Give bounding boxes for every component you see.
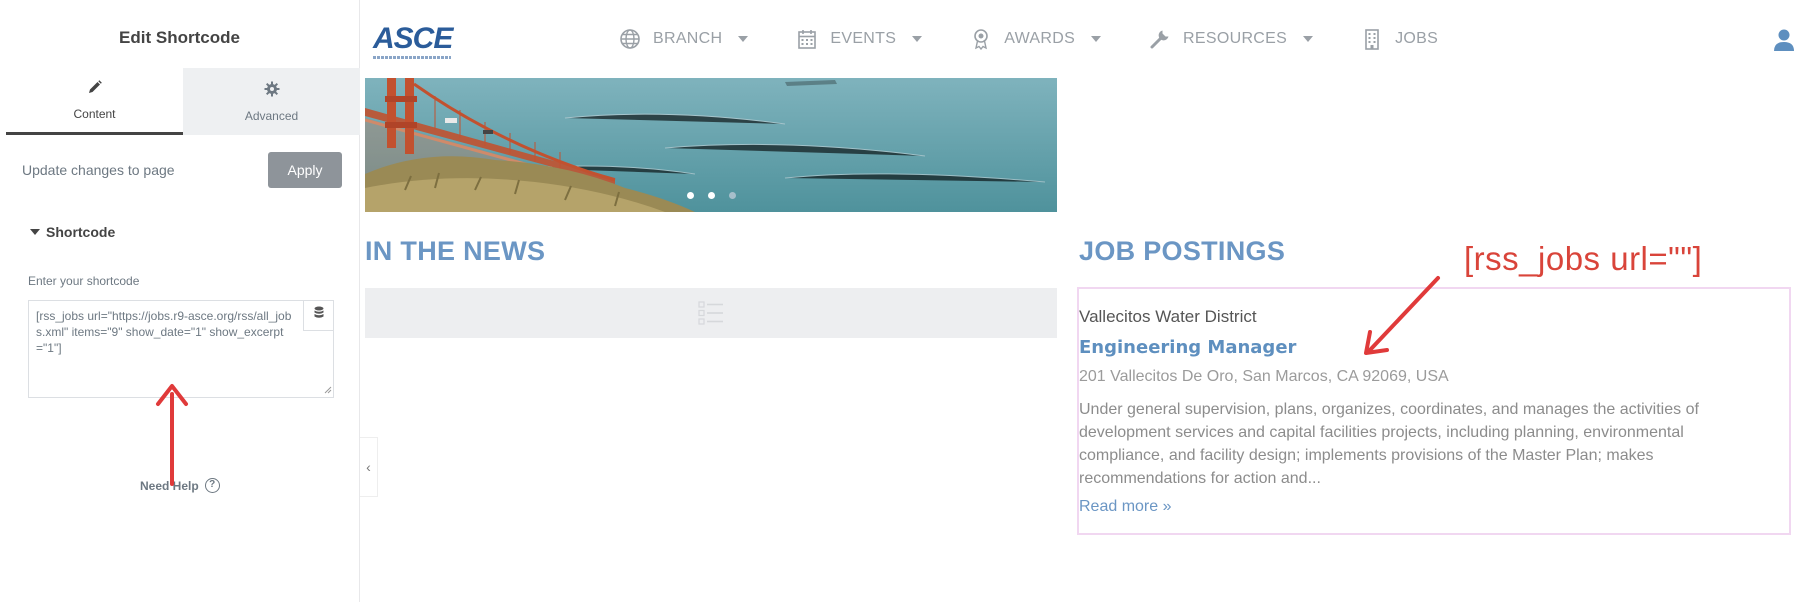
building-icon bbox=[1365, 29, 1379, 50]
read-more-link[interactable]: Read more » bbox=[1079, 498, 1789, 516]
news-heading: IN THE NEWS bbox=[365, 236, 546, 266]
award-icon bbox=[974, 29, 989, 50]
job-excerpt: Under general supervision, plans, organi… bbox=[1079, 401, 1699, 487]
logo-tagline-bar bbox=[373, 56, 451, 59]
asce-logo[interactable]: ASCE bbox=[373, 24, 453, 62]
main-nav: BRANCH EVENTS AWARDS RESOURCES JOBS bbox=[619, 28, 1438, 50]
nav-item-resources[interactable]: RESOURCES bbox=[1149, 28, 1314, 50]
logo-text: ASCE bbox=[373, 22, 453, 55]
pencil-icon bbox=[87, 79, 103, 98]
nav-label-resources: RESOURCES bbox=[1183, 30, 1288, 47]
nav-item-awards[interactable]: AWARDS bbox=[970, 28, 1102, 50]
dynamic-tags-button[interactable] bbox=[303, 300, 334, 331]
collapse-panel-button[interactable]: ‹ bbox=[360, 437, 378, 497]
site-header: ASCE BRANCH EVENTS AWARDS RESOURCES JOBS bbox=[361, 0, 1820, 78]
panel-title: Edit Shortcode bbox=[119, 28, 240, 47]
update-row: Update changes to page Apply bbox=[22, 152, 342, 188]
wrench-icon bbox=[1150, 30, 1169, 49]
need-help-link[interactable]: Need Help ? bbox=[140, 478, 220, 493]
slider-dot[interactable] bbox=[729, 192, 736, 199]
tab-advanced-label: Advanced bbox=[244, 108, 299, 123]
gear-icon bbox=[264, 81, 280, 100]
jobs-heading: JOB POSTINGS bbox=[1079, 236, 1286, 266]
shortcode-input[interactable]: [rss_jobs url="https://jobs.r9-asce.org/… bbox=[28, 300, 334, 398]
tab-advanced[interactable]: Advanced bbox=[183, 68, 360, 135]
shortcode-section-toggle[interactable]: Shortcode bbox=[30, 224, 115, 240]
chevron-down-icon bbox=[738, 36, 749, 42]
nav-label-events: EVENTS bbox=[830, 30, 897, 47]
database-icon bbox=[314, 306, 324, 324]
nav-item-jobs[interactable]: JOBS bbox=[1361, 28, 1438, 50]
job-title-link[interactable]: Engineering Manager bbox=[1079, 337, 1789, 358]
chevron-down-icon bbox=[1303, 36, 1314, 42]
chevron-down-icon bbox=[1091, 36, 1102, 42]
screen: Edit Shortcode Content Advanced Update c… bbox=[0, 0, 1820, 602]
question-circle-icon: ? bbox=[204, 478, 220, 493]
hero-slider[interactable] bbox=[365, 78, 1057, 212]
tab-content[interactable]: Content bbox=[6, 68, 183, 135]
section-label: Shortcode bbox=[46, 224, 116, 240]
editor-panel: Edit Shortcode Content Advanced Update c… bbox=[0, 0, 360, 602]
news-placeholder bbox=[365, 288, 1057, 338]
help-label: Need Help bbox=[140, 478, 199, 493]
nav-label-jobs: JOBS bbox=[1395, 30, 1439, 47]
user-icon[interactable] bbox=[1772, 28, 1796, 52]
job-address: 201 Vallecitos De Oro, San Marcos, CA 92… bbox=[1079, 368, 1449, 385]
apply-button[interactable]: Apply bbox=[268, 152, 342, 188]
shortcode-field-label: Enter your shortcode bbox=[28, 274, 140, 288]
chevron-down-icon bbox=[912, 36, 923, 42]
job-company: Vallecitos Water District bbox=[1079, 307, 1257, 326]
tab-content-label: Content bbox=[73, 107, 116, 121]
slider-dots bbox=[687, 192, 736, 199]
nav-label-awards: AWARDS bbox=[1004, 30, 1076, 47]
nav-item-events[interactable]: EVENTS bbox=[796, 28, 923, 50]
resize-handle-icon[interactable] bbox=[324, 386, 332, 394]
update-label: Update changes to page bbox=[22, 162, 175, 178]
caret-down-icon bbox=[30, 229, 40, 235]
list-icon bbox=[698, 301, 723, 325]
job-posting-card: Vallecitos Water District Engineering Ma… bbox=[1077, 287, 1791, 535]
panel-tabs: Content Advanced bbox=[6, 68, 360, 135]
slider-dot[interactable] bbox=[708, 192, 715, 199]
globe-icon bbox=[620, 29, 640, 49]
calendar-icon bbox=[798, 30, 817, 49]
nav-item-branch[interactable]: BRANCH bbox=[619, 28, 749, 50]
annotation-label: [rss_jobs url=""] bbox=[1464, 240, 1703, 277]
nav-label-branch: BRANCH bbox=[653, 30, 723, 47]
slider-dot[interactable] bbox=[687, 192, 694, 199]
